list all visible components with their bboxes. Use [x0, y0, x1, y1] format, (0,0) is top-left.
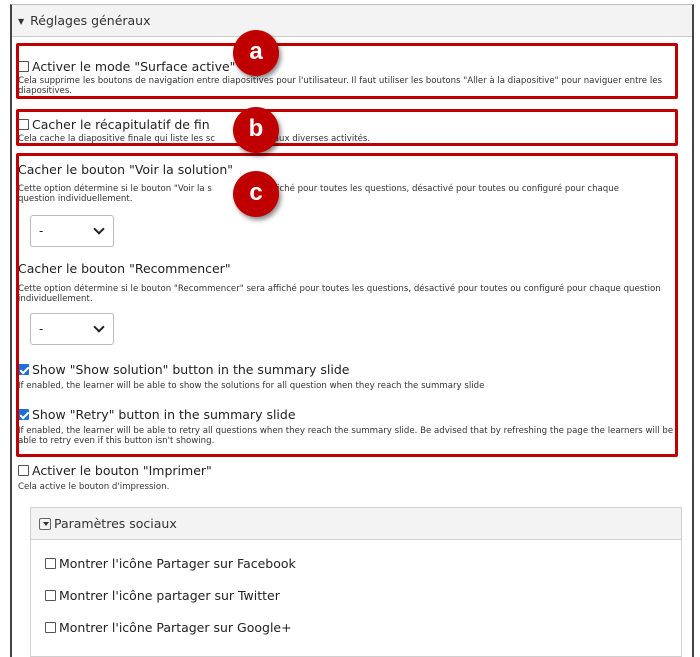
social-googleplus-option: Montrer l'icône Partager sur Google+ [45, 620, 292, 635]
googleplus-share-checkbox[interactable] [45, 622, 56, 633]
general-settings-header[interactable]: ▼ Réglages généraux [12, 5, 692, 37]
callout-badge-a: a [233, 30, 279, 76]
social-facebook-option: Montrer l'icône Partager sur Facebook [45, 556, 296, 571]
social-settings-header[interactable]: Paramètres sociaux [31, 508, 681, 540]
twitter-share-label: Montrer l'icône partager sur Twitter [59, 588, 280, 603]
facebook-share-checkbox[interactable] [45, 558, 56, 569]
general-settings-title: Réglages généraux [30, 13, 151, 28]
facebook-share-label: Montrer l'icône Partager sur Facebook [59, 556, 296, 571]
print-label: Activer le bouton "Imprimer" [32, 463, 212, 478]
callout-badge-b: b [233, 107, 279, 153]
highlight-box-a [16, 43, 678, 99]
settings-panel: ▼ Réglages généraux Activer le mode "Surf… [10, 4, 694, 657]
social-settings-title: Paramètres sociaux [54, 516, 177, 531]
print-checkbox[interactable] [18, 465, 29, 476]
highlight-box-b [16, 109, 678, 146]
highlight-box-c [16, 153, 678, 457]
expand-toggle-icon[interactable] [39, 518, 51, 530]
googleplus-share-label: Montrer l'icône Partager sur Google+ [59, 620, 292, 635]
print-option: Activer le bouton "Imprimer" Cela active… [18, 463, 682, 492]
collapse-caret-icon: ▼ [18, 17, 25, 26]
twitter-share-checkbox[interactable] [45, 590, 56, 601]
print-description: Cela active le bouton d'impression. [18, 482, 170, 492]
social-settings-panel: Paramètres sociaux Montrer l'icône Parta… [30, 507, 682, 657]
social-twitter-option: Montrer l'icône partager sur Twitter [45, 588, 280, 603]
callout-badge-c: c [233, 171, 279, 217]
